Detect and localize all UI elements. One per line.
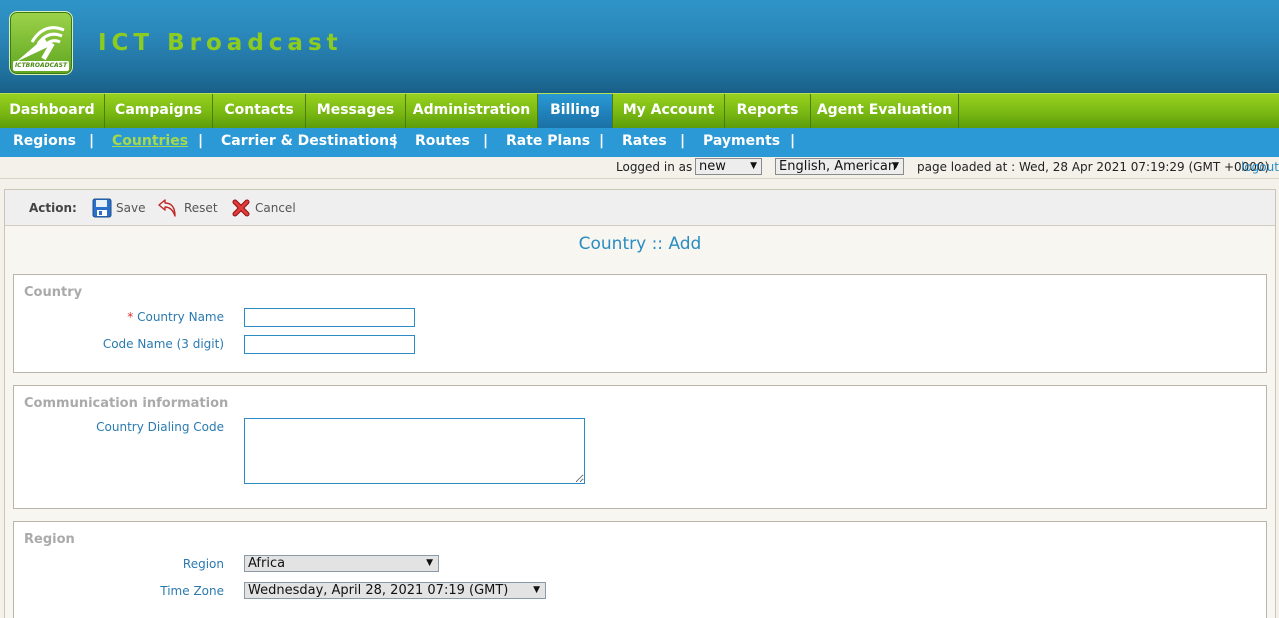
code-name-input[interactable] — [244, 335, 415, 354]
tab-contacts[interactable]: Contacts — [213, 94, 306, 129]
language-select-value: English, American — [779, 159, 897, 174]
red-x-icon — [232, 199, 250, 217]
country-name-input[interactable] — [244, 308, 415, 327]
language-select[interactable]: English, American ▼ — [775, 158, 904, 175]
subnav-separator: | — [198, 133, 204, 149]
user-select-value: new — [699, 159, 726, 174]
tab-administration[interactable]: Administration — [406, 94, 538, 129]
subnav-routes[interactable]: Routes — [415, 128, 470, 157]
subnav-separator: | — [680, 133, 686, 149]
region-section: Region Region Africa ▼ Time Zone Wednesd… — [13, 521, 1267, 618]
subnav-separator: | — [89, 133, 95, 149]
region-select[interactable]: Africa ▼ — [244, 555, 439, 572]
app-header: ICTBROADCAST ICT Broadcast — [0, 0, 1279, 93]
subnav-separator: | — [790, 133, 796, 149]
action-label: Action: — [29, 201, 77, 215]
tab-agent-evaluation[interactable]: Agent Evaluation — [811, 94, 959, 129]
subnav-rate-plans[interactable]: Rate Plans — [506, 128, 590, 157]
triangle-down-icon: ▼ — [533, 585, 540, 595]
reset-button[interactable]: Reset — [158, 198, 220, 218]
triangle-down-icon: ▼ — [892, 161, 899, 171]
triangle-down-icon: ▼ — [750, 161, 757, 171]
reset-label: Reset — [184, 201, 218, 215]
sub-nav: Regions | Countries | Carrier & Destinat… — [0, 128, 1279, 157]
subnav-countries[interactable]: Countries — [112, 128, 188, 157]
subnav-separator: | — [483, 133, 489, 149]
tab-campaigns[interactable]: Campaigns — [105, 94, 213, 129]
cancel-label: Cancel — [255, 201, 296, 215]
timezone-select[interactable]: Wednesday, April 28, 2021 07:19 (GMT) ▼ — [244, 582, 546, 599]
subnav-separator: | — [392, 133, 398, 149]
save-label: Save — [116, 201, 146, 215]
save-button[interactable]: Save — [92, 198, 148, 218]
tab-messages[interactable]: Messages — [306, 94, 406, 129]
subnav-payments[interactable]: Payments — [703, 128, 780, 157]
tab-dashboard[interactable]: Dashboard — [0, 94, 105, 129]
logout-link[interactable]: logout — [1241, 160, 1279, 174]
floppy-disk-icon — [92, 198, 112, 218]
country-name-label-text: Country Name — [137, 310, 224, 324]
content-panel: Action: Save Reset Cancel Country :: Add… — [4, 189, 1276, 618]
tab-my-account[interactable]: My Account — [613, 94, 725, 129]
logged-in-label: Logged in as : — [616, 160, 701, 174]
dialing-code-label: Country Dialing Code — [96, 420, 224, 434]
undo-arrow-icon — [158, 199, 176, 217]
status-bar: Logged in as : new ▼ English, American ▼… — [0, 157, 1279, 179]
section-legend: Region — [24, 532, 75, 547]
subnav-regions[interactable]: Regions — [13, 128, 76, 157]
tab-billing[interactable]: Billing — [538, 94, 613, 129]
logo-caption: ICTBROADCAST — [13, 61, 69, 71]
action-bar: Action: Save Reset Cancel — [5, 190, 1275, 226]
tab-reports[interactable]: Reports — [725, 94, 811, 129]
communication-section: Communication information Country Dialin… — [13, 385, 1267, 509]
main-nav: Dashboard Campaigns Contacts Messages Ad… — [0, 93, 1279, 129]
dialing-code-textarea[interactable] — [244, 418, 585, 484]
subnav-carrier-destinations[interactable]: Carrier & Destinations — [221, 128, 397, 157]
page-loaded-time: page loaded at : Wed, 28 Apr 2021 07:19:… — [917, 160, 1270, 174]
user-select[interactable]: new ▼ — [695, 158, 762, 175]
triangle-down-icon: ▼ — [426, 558, 433, 568]
country-section: Country * Country Name Code Name (3 digi… — [13, 274, 1267, 373]
required-mark: * — [127, 310, 134, 324]
subnav-rates[interactable]: Rates — [622, 128, 667, 157]
timezone-label: Time Zone — [160, 584, 224, 598]
cancel-button[interactable]: Cancel — [231, 198, 297, 218]
section-legend: Communication information — [24, 396, 229, 411]
form-title: Country :: Add — [578, 234, 702, 254]
timezone-select-value: Wednesday, April 28, 2021 07:19 (GMT) — [248, 583, 509, 598]
section-legend: Country — [24, 285, 83, 300]
subnav-separator: | — [599, 133, 605, 149]
broadcast-antenna-icon[interactable]: ICTBROADCAST — [9, 11, 73, 75]
region-label: Region — [182, 557, 224, 571]
app-title: ICT Broadcast — [98, 30, 343, 56]
country-name-label: * Country Name — [14, 310, 224, 324]
code-name-label: Code Name (3 digit) — [102, 337, 224, 351]
region-select-value: Africa — [248, 556, 286, 571]
